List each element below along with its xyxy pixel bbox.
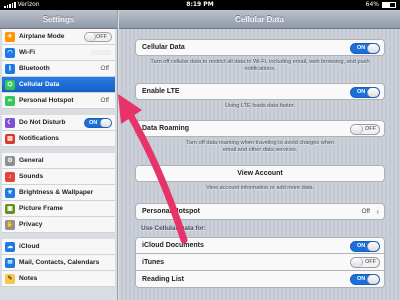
itunes-row[interactable]: iTunes OFF — [135, 254, 385, 271]
redacted-value — [91, 50, 111, 55]
use-cellular-section-label: Use Cellular Data for: — [141, 225, 206, 232]
sidebar-item-icloud[interactable]: ☁ iCloud — [2, 239, 115, 255]
cellular-data-toggle[interactable]: ON — [350, 43, 380, 54]
mail-icon: ✉ — [5, 257, 15, 268]
cellular-data-footnote: Turn off cellular data to restrict all d… — [150, 59, 370, 72]
sidebar-group-connectivity: ✈ Airplane Mode OFF ◠ Wi-Fi ᛒ Bluetooth … — [2, 29, 115, 109]
airplane-mode-toggle[interactable]: OFF — [84, 32, 112, 42]
settings-sidebar: Settings ✈ Airplane Mode OFF ◠ Wi-Fi ᛒ B… — [0, 10, 118, 300]
page-title: Cellular Data — [119, 10, 400, 29]
sidebar-item-notifications[interactable]: ▤ Notifications — [2, 131, 115, 147]
view-account-button[interactable]: View Account — [135, 165, 385, 182]
data-roaming-toggle[interactable]: OFF — [350, 124, 380, 135]
sidebar-item-wifi[interactable]: ◠ Wi-Fi — [2, 45, 115, 61]
cellular-data-pane: Cellular Data Cellular Data ON Turn off … — [119, 10, 400, 300]
hotspot-value: Off — [100, 97, 109, 104]
sidebar-item-mail-contacts-calendars[interactable]: ✉ Mail, Contacts, Calendars — [2, 255, 115, 271]
data-roaming-footnote: Turn off data roaming when traveling to … — [185, 140, 335, 153]
bluetooth-icon: ᛒ — [5, 63, 15, 74]
status-bar: Verizon 8:19 PM 64% — [0, 0, 400, 10]
picture-frame-icon: ▣ — [5, 203, 15, 214]
airplane-icon: ✈ — [5, 31, 15, 42]
itunes-toggle[interactable]: OFF — [350, 257, 380, 268]
sidebar-item-cellular-data[interactable]: ⌬ Cellular Data — [2, 77, 115, 93]
reading-list-row[interactable]: Reading List ON — [135, 271, 385, 288]
sidebar-item-picture-frame[interactable]: ▣ Picture Frame — [2, 201, 115, 217]
sidebar-item-bluetooth[interactable]: ᛒ Bluetooth Off — [2, 61, 115, 77]
sidebar-item-sounds[interactable]: ♪ Sounds — [2, 169, 115, 185]
speaker-icon: ♪ — [5, 171, 15, 182]
icloud-documents-toggle[interactable]: ON — [350, 241, 380, 252]
battery-percent: 64% — [365, 1, 379, 8]
enable-lte-toggle[interactable]: ON — [350, 87, 380, 98]
personal-hotspot-value: Off — [361, 208, 370, 215]
view-account-footnote: View account information or add more dat… — [205, 185, 315, 191]
clock: 8:19 PM — [186, 1, 214, 8]
sidebar-item-brightness-wallpaper[interactable]: ☀ Brightness & Wallpaper — [2, 185, 115, 201]
reading-list-toggle[interactable]: ON — [350, 274, 380, 285]
sidebar-item-general[interactable]: ⚙ General — [2, 153, 115, 169]
data-roaming-row[interactable]: Data Roaming OFF — [135, 120, 385, 137]
cellular-data-row[interactable]: Cellular Data ON — [135, 39, 385, 56]
gear-icon: ⚙ — [5, 155, 15, 166]
bluetooth-value: Off — [100, 65, 109, 72]
antenna-icon: ⌬ — [5, 79, 15, 90]
notes-icon: ✎ — [5, 273, 15, 284]
battery-icon — [382, 2, 396, 8]
personal-hotspot-row[interactable]: Personal Hotspot Off › — [135, 203, 385, 220]
hand-icon: ✋ — [5, 219, 15, 230]
enable-lte-footnote: Using LTE loads data faster. — [225, 103, 295, 109]
sidebar-title: Settings — [0, 10, 117, 29]
sidebar-item-privacy[interactable]: ✋ Privacy — [2, 217, 115, 233]
sidebar-item-personal-hotspot[interactable]: ∞ Personal Hotspot Off — [2, 93, 115, 109]
sidebar-group-general: ⚙ General ♪ Sounds ☀ Brightness & Wallpa… — [2, 153, 115, 233]
wifi-icon: ◠ — [5, 47, 15, 58]
sun-icon: ☀ — [5, 187, 15, 198]
sidebar-group-notifications: ☾ Do Not Disturb ON ▤ Notifications — [2, 115, 115, 147]
enable-lte-row[interactable]: Enable LTE ON — [135, 83, 385, 100]
sidebar-item-notes[interactable]: ✎ Notes — [2, 271, 115, 287]
cloud-icon: ☁ — [5, 241, 15, 252]
sidebar-item-do-not-disturb[interactable]: ☾ Do Not Disturb ON — [2, 115, 115, 131]
sidebar-group-accounts: ☁ iCloud ✉ Mail, Contacts, Calendars ✎ N… — [2, 239, 115, 287]
notifications-icon: ▤ — [5, 133, 15, 144]
sidebar-item-airplane-mode[interactable]: ✈ Airplane Mode OFF — [2, 29, 115, 45]
chevron-right-icon: › — [376, 207, 379, 216]
do-not-disturb-toggle[interactable]: ON — [84, 118, 112, 128]
icloud-documents-row[interactable]: iCloud Documents ON — [135, 237, 385, 254]
hotspot-icon: ∞ — [5, 95, 15, 106]
moon-icon: ☾ — [5, 117, 15, 128]
